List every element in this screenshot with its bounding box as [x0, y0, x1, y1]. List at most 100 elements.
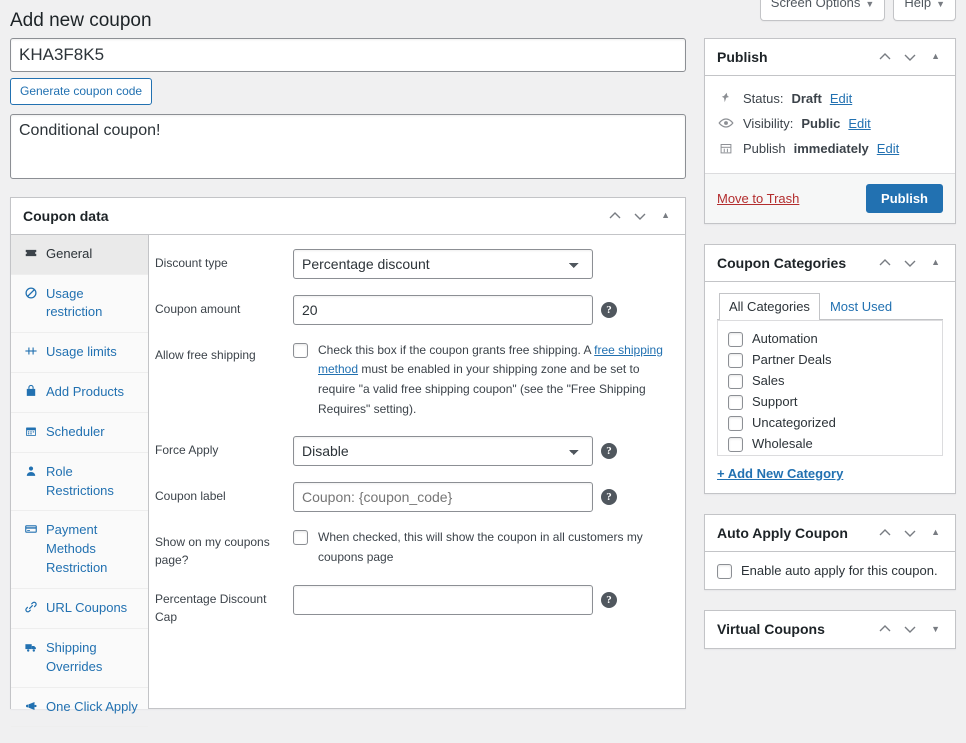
generate-coupon-code-button[interactable]: Generate coupon code [10, 77, 153, 105]
field-label: Discount type [155, 255, 228, 270]
virtual-coupons-title: Virtual Coupons [717, 621, 825, 638]
move-down-icon[interactable] [903, 256, 917, 270]
help-button[interactable]: Help ▼ [893, 0, 956, 21]
free-shipping-hint-part2: must be enabled in your shipping zone an… [318, 362, 646, 417]
truck-icon [23, 640, 38, 654]
percentage-discount-cap-input[interactable] [293, 584, 593, 615]
person-icon [23, 464, 38, 478]
tab-scheduler[interactable]: Scheduler [11, 413, 148, 453]
force-apply-select[interactable]: Disable [293, 435, 593, 466]
field-label: Force Apply [155, 442, 219, 457]
toggle-panel-icon[interactable]: ▲ [928, 52, 943, 61]
publish-actions: Move to Trash Publish [705, 172, 955, 223]
toggle-panel-icon[interactable]: ▼ [928, 624, 943, 634]
move-down-icon[interactable] [633, 209, 647, 223]
publish-status-edit-link[interactable]: Edit [830, 91, 852, 106]
coupon-amount-input[interactable] [293, 294, 593, 325]
field-label: Coupon label [155, 488, 226, 503]
category-item[interactable]: Support [728, 391, 932, 412]
tab-role-restrictions[interactable]: Role Restrictions [11, 453, 148, 512]
category-checkbox[interactable] [728, 415, 743, 431]
publish-status-row: Status: Draft Edit [717, 86, 943, 111]
category-checkbox[interactable] [728, 331, 743, 347]
publish-visibility-value: Public [801, 115, 841, 131]
category-item[interactable]: Sales [728, 370, 932, 391]
category-item[interactable]: Automation [728, 328, 932, 349]
toggle-panel-icon[interactable]: ▲ [928, 528, 943, 537]
category-checkbox[interactable] [728, 373, 743, 389]
category-item[interactable]: Wholesale [728, 433, 932, 454]
coupon-code-input[interactable] [10, 37, 686, 72]
move-down-icon[interactable] [903, 622, 917, 636]
chevron-down-icon: ▼ [936, 0, 945, 9]
tab-label: Payment Methods Restriction [46, 522, 108, 576]
tab-shipping-overrides[interactable]: Shipping Overrides [11, 629, 148, 688]
virtual-coupons-panel: Virtual Coupons ▼ [704, 609, 956, 649]
tab-general[interactable]: General [11, 234, 148, 275]
help-icon[interactable]: ? [601, 488, 617, 505]
help-icon[interactable]: ? [601, 591, 617, 608]
tab-most-used[interactable]: Most Used [820, 293, 902, 320]
tab-all-categories[interactable]: All Categories [719, 292, 820, 320]
enable-auto-apply-checkbox[interactable] [717, 563, 732, 579]
toggle-panel-icon[interactable]: ▲ [928, 258, 943, 267]
coupon-label-input[interactable] [293, 481, 593, 512]
tab-label: Usage limits [46, 344, 117, 360]
tab-usage-restriction[interactable]: Usage restriction [11, 275, 148, 334]
category-item[interactable]: Partner Deals [728, 349, 932, 370]
publish-visibility-edit-link[interactable]: Edit [848, 116, 870, 131]
coupon-data-fields: Discount type Percentage discount Coupon… [149, 235, 685, 709]
field-label: Percentage Discount Cap [155, 591, 267, 624]
allow-free-shipping-checkbox[interactable] [293, 342, 308, 358]
calendar-icon [717, 141, 735, 155]
category-checkbox-list[interactable]: Automation Partner Deals Sales Support U… [717, 319, 943, 456]
toggle-panel-icon[interactable]: ▲ [658, 211, 673, 220]
move-to-trash-link[interactable]: Move to Trash [717, 191, 799, 206]
category-label: Sales [752, 372, 785, 388]
tab-one-click-apply[interactable]: One Click Apply [11, 688, 148, 728]
credit-card-icon [23, 522, 38, 536]
add-new-category-link[interactable]: + Add New Category [717, 466, 943, 481]
screen-options-button[interactable]: Screen Options ▼ [759, 0, 886, 21]
category-checkbox[interactable] [728, 394, 743, 410]
discount-type-select[interactable]: Percentage discount [293, 248, 593, 279]
move-up-icon[interactable] [878, 622, 892, 636]
coupon-description-textarea[interactable]: Conditional coupon! [10, 113, 686, 179]
category-label: Support [752, 393, 798, 409]
tab-label: Scheduler [46, 423, 105, 439]
category-checkbox[interactable] [728, 352, 743, 368]
tab-usage-limits[interactable]: Usage limits [11, 333, 148, 374]
move-down-icon[interactable] [903, 50, 917, 64]
ticket-icon [23, 246, 38, 260]
auto-apply-header: Auto Apply Coupon ▲ [705, 515, 955, 552]
sliders-icon [23, 344, 38, 358]
category-label: Wholesale [752, 435, 813, 451]
help-label: Help [904, 0, 932, 10]
move-up-icon[interactable] [878, 50, 892, 64]
publish-visibility-row: Visibility: Public Edit [717, 111, 943, 136]
publish-panel: Publish ▲ Status: Draft Edit Visibility:… [704, 37, 956, 224]
tab-add-products[interactable]: Add Products [11, 373, 148, 413]
publish-button[interactable]: Publish [866, 183, 943, 213]
calendar-icon [23, 424, 38, 438]
publish-schedule-edit-link[interactable]: Edit [877, 141, 899, 156]
tab-label: Role Restrictions [46, 463, 114, 498]
tab-payment-methods-restriction[interactable]: Payment Methods Restriction [11, 511, 148, 589]
publish-schedule-value: immediately [793, 140, 869, 156]
help-icon[interactable]: ? [601, 301, 617, 318]
move-up-icon[interactable] [608, 209, 622, 223]
category-item[interactable]: Uncategorized [728, 412, 932, 433]
help-icon[interactable]: ? [601, 442, 617, 459]
auto-apply-coupon-panel: Auto Apply Coupon ▲ Enable auto apply fo… [704, 513, 956, 590]
admin-content-wrap: Generate coupon code Conditional coupon!… [0, 37, 966, 729]
move-down-icon[interactable] [903, 526, 917, 540]
panel-handle-actions: ▲ [608, 209, 673, 223]
move-up-icon[interactable] [878, 256, 892, 270]
field-show-my-coupons-page: Show on my coupons page? When checked, t… [155, 528, 669, 569]
move-up-icon[interactable] [878, 526, 892, 540]
show-my-coupons-checkbox[interactable] [293, 529, 308, 545]
screen-meta-bar: Screen Options ▼ Help ▼ [759, 0, 956, 21]
tab-url-coupons[interactable]: URL Coupons [11, 589, 148, 629]
publish-header: Publish ▲ [705, 39, 955, 76]
category-checkbox[interactable] [728, 436, 743, 452]
